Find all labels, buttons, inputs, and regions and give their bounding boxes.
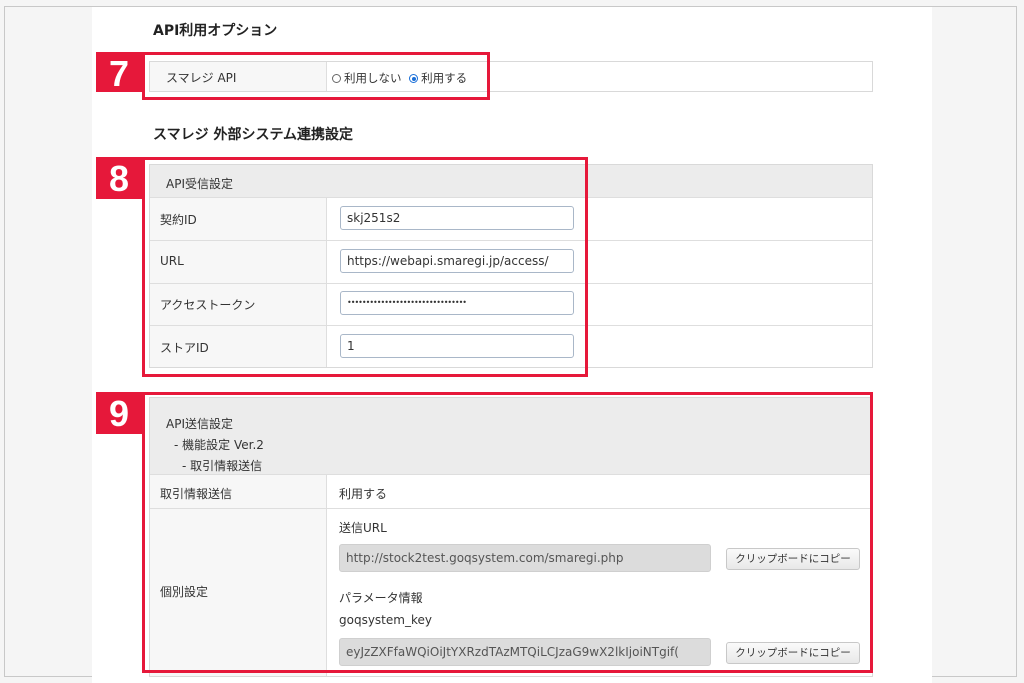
external-system-title: スマレジ 外部システム連携設定 (153, 127, 354, 143)
highlight-box-9 (142, 392, 873, 673)
highlight-box-8 (142, 157, 588, 377)
api-option-title: API利用オプション (153, 23, 278, 39)
annotation-badge-8: 8 (96, 157, 142, 199)
annotation-badge-7: 7 (96, 52, 142, 94)
highlight-box-7 (142, 52, 490, 100)
annotation-badge-9: 9 (96, 392, 142, 434)
